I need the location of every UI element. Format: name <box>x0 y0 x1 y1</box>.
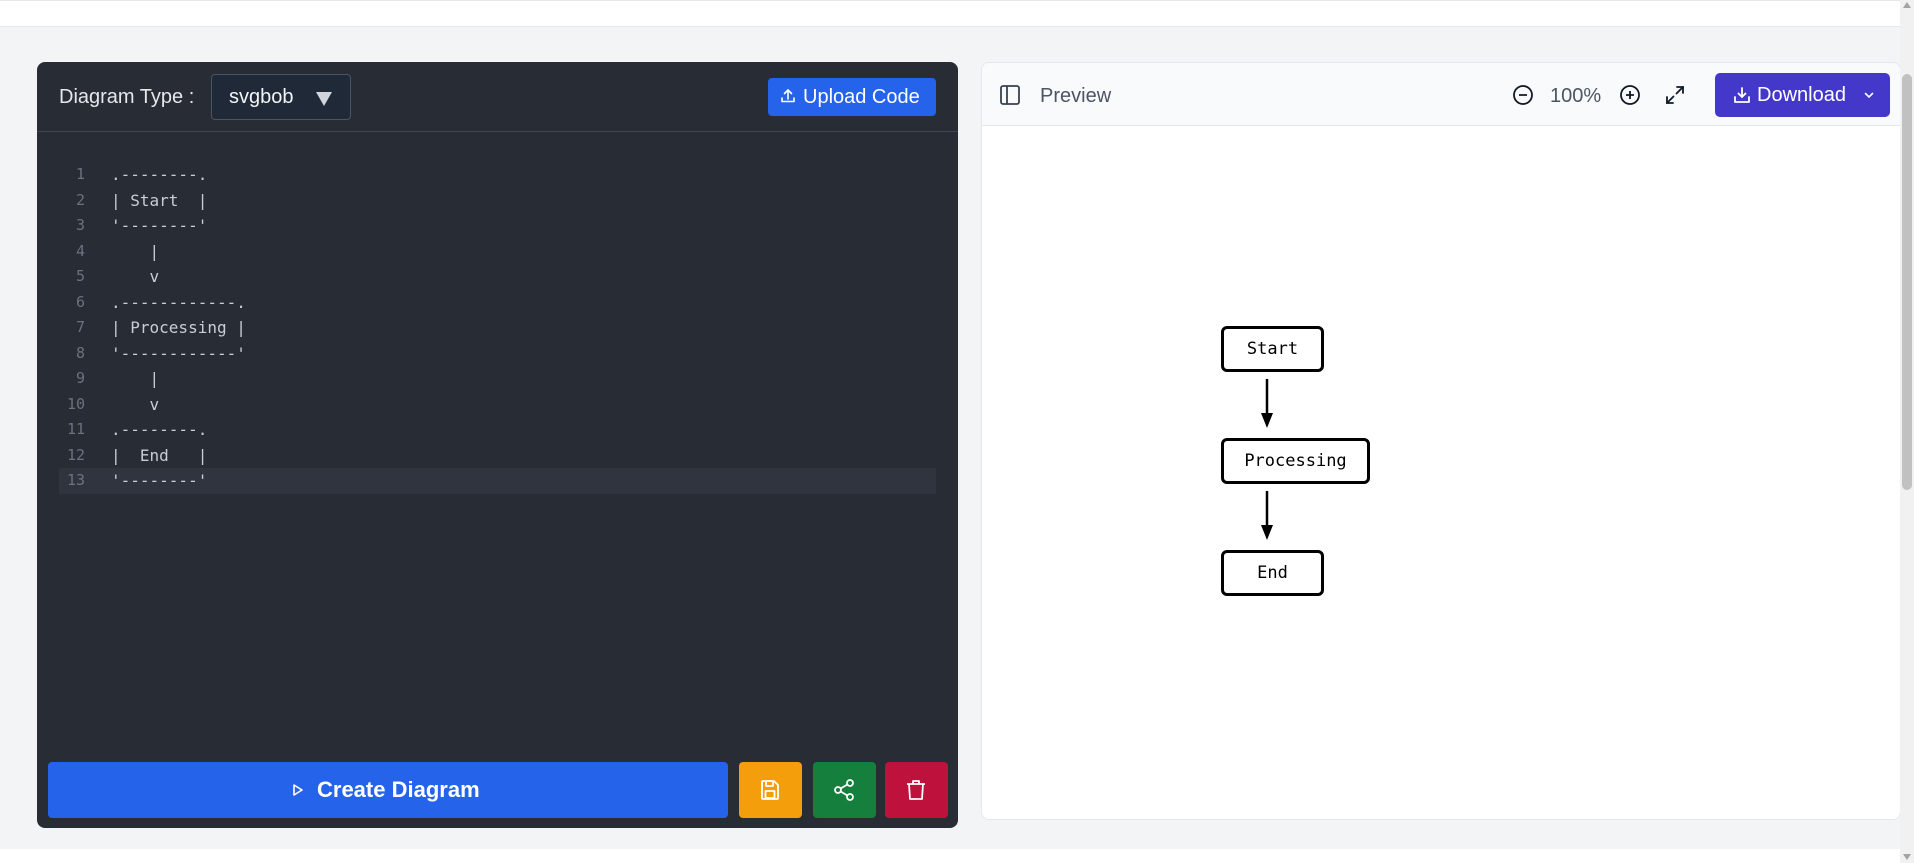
line-text: '--------' <box>111 471 208 490</box>
line-text: '--------' <box>111 216 208 235</box>
code-line: 7 | Processing | <box>59 315 936 341</box>
editor-header: Diagram Type : svgbob Upload Code <box>37 62 958 132</box>
line-text: .--------. <box>111 165 208 184</box>
line-number: 9 <box>75 369 85 387</box>
preview-title: Preview <box>1040 85 1112 107</box>
line-text: | End | <box>111 445 208 465</box>
code-line: 4 | <box>59 239 936 265</box>
code-line: 2 | Start | <box>59 188 936 214</box>
diagram-edges <box>1261 379 1273 540</box>
diagram-canvas[interactable]: Start Processing End <box>982 126 1900 819</box>
line-number: 3 <box>75 216 85 234</box>
save-button[interactable] <box>739 762 802 818</box>
arrowhead-icon <box>1261 413 1273 428</box>
code-line: 6 .------------. <box>59 290 936 316</box>
chevron-down-icon <box>1864 92 1874 99</box>
line-text: .------------. <box>111 292 246 312</box>
share-button[interactable] <box>813 762 876 818</box>
arrowhead-icon <box>1261 525 1273 540</box>
code-line: 8 '------------' <box>59 341 936 367</box>
node-label: Start <box>1246 339 1299 359</box>
diagram-type-select[interactable]: svgbob <box>211 74 351 120</box>
floppy-disk-icon <box>761 780 779 800</box>
line-text: .--------. <box>111 420 208 439</box>
scroll-up-icon[interactable] <box>1903 2 1911 8</box>
code-line: 1 .--------. <box>59 162 936 188</box>
diagram-type-value: svgbob <box>229 86 294 108</box>
download-label: Download <box>1757 84 1846 106</box>
line-text: | Processing | <box>111 318 246 337</box>
line-number: 10 <box>66 394 85 413</box>
code-line-active: 13 '--------' <box>59 468 936 494</box>
upload-code-button[interactable]: Upload Code <box>768 78 936 116</box>
zoom-level: 100% <box>1550 85 1602 107</box>
code-line: 11 .--------. <box>59 417 936 443</box>
trash-icon <box>907 780 925 800</box>
line-number: 11 <box>66 420 85 438</box>
line-text: '------------' <box>111 343 246 363</box>
line-number: 13 <box>66 471 85 489</box>
code-editor-panel: Diagram Type : svgbob Upload Code 1 .----… <box>37 62 958 828</box>
preview-panel: Preview 100% Download Start Processing E… <box>981 62 1901 820</box>
line-text: v <box>111 394 160 414</box>
diagram-node-end: End <box>1221 550 1324 596</box>
code-line: 5 v <box>59 264 936 290</box>
zoom-out-icon[interactable] <box>1511 83 1535 107</box>
line-text: | <box>111 241 160 261</box>
diagram-type-label: Diagram Type : <box>59 86 195 108</box>
play-icon <box>293 784 303 796</box>
code-line: 3 '--------' <box>59 213 936 239</box>
share-nodes-icon <box>834 779 854 801</box>
caret-down-icon <box>316 92 332 106</box>
create-diagram-button[interactable]: Create Diagram <box>48 762 728 818</box>
browser-top-bar <box>0 0 1914 27</box>
sidebar-toggle-icon[interactable] <box>999 84 1021 106</box>
download-button[interactable]: Download <box>1715 73 1890 117</box>
line-number: 4 <box>75 241 85 260</box>
zoom-in-icon[interactable] <box>1618 83 1642 107</box>
upload-icon <box>781 89 795 103</box>
diagram-node-processing: Processing <box>1221 438 1370 484</box>
node-label: End <box>1257 563 1288 583</box>
upload-code-label: Upload Code <box>803 86 920 108</box>
line-number: 8 <box>75 343 85 362</box>
line-text: v <box>111 267 160 286</box>
line-text: | Start | <box>111 190 208 210</box>
delete-button[interactable] <box>885 762 948 818</box>
download-icon <box>1734 87 1750 103</box>
line-number: 5 <box>75 267 85 285</box>
line-number: 1 <box>75 165 85 183</box>
code-line: 12 | End | <box>59 443 936 469</box>
expand-icon[interactable] <box>1663 83 1687 107</box>
page-bottom-bar <box>0 849 1914 863</box>
node-label: Processing <box>1244 451 1347 471</box>
line-text: | <box>111 369 160 388</box>
line-number: 7 <box>75 318 85 336</box>
code-line: 9 | <box>59 366 936 392</box>
line-number: 2 <box>75 190 85 209</box>
scrollbar-thumb[interactable] <box>1902 74 1912 490</box>
diagram-node-start: Start <box>1221 326 1324 372</box>
line-number: 6 <box>75 292 85 311</box>
create-diagram-label: Create Diagram <box>317 777 480 802</box>
code-area[interactable]: 1 .--------. 2 | Start | 3 '--------' 4 | 5… <box>59 162 936 494</box>
scroll-down-icon[interactable] <box>1903 854 1911 860</box>
page-scrollbar[interactable] <box>1900 0 1914 863</box>
code-line: 10 v <box>59 392 936 418</box>
preview-header: Preview 100% Download <box>982 63 1900 126</box>
line-number: 12 <box>66 445 85 464</box>
